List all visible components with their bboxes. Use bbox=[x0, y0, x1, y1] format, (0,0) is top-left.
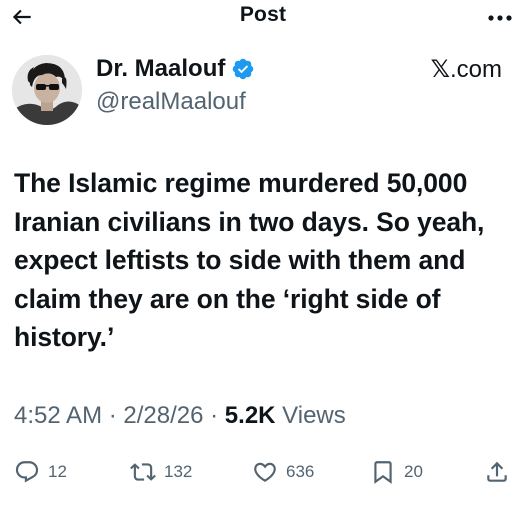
author-name[interactable]: Dr. Maalouf bbox=[96, 55, 225, 83]
repost-icon bbox=[130, 463, 156, 481]
bookmark-count: 20 bbox=[404, 462, 423, 481]
author-name-row[interactable]: Dr. Maalouf bbox=[96, 54, 255, 84]
like-button[interactable]: 636 bbox=[252, 452, 314, 492]
bookmark-button[interactable]: 20 bbox=[370, 452, 423, 492]
post-text: The Islamic regime murdered 50,000 Irani… bbox=[14, 168, 485, 352]
more-horizontal-icon bbox=[488, 15, 512, 21]
meta-separator: · bbox=[102, 402, 124, 429]
reply-count: 12 bbox=[48, 462, 67, 481]
like-count: 636 bbox=[286, 462, 315, 481]
action-bar: 12 132 636 20 bbox=[0, 452, 526, 492]
meta-separator: · bbox=[203, 402, 225, 429]
views-label: Views bbox=[275, 402, 346, 429]
reply-icon bbox=[15, 461, 39, 483]
avatar[interactable] bbox=[12, 55, 82, 125]
post-meta: 4:52 AM · 2/28/26 · 5.2K Views bbox=[14, 402, 346, 430]
heart-icon bbox=[254, 462, 276, 482]
bookmark-icon bbox=[374, 461, 392, 484]
share-icon bbox=[487, 461, 507, 482]
verified-badge-icon bbox=[231, 57, 255, 81]
x-logo-glyph: 𝕏 bbox=[430, 55, 450, 83]
watermark-text: .com bbox=[449, 56, 502, 83]
xcom-watermark: 𝕏.com bbox=[431, 55, 502, 84]
author-handle[interactable]: @realMaalouf bbox=[96, 88, 246, 116]
reply-button[interactable]: 12 bbox=[14, 452, 67, 492]
post-header: Post bbox=[0, 0, 526, 34]
views-count: 5.2K bbox=[224, 402, 276, 429]
page-title: Post bbox=[239, 3, 287, 26]
share-button[interactable] bbox=[484, 452, 510, 492]
post-time[interactable]: 4:52 AM bbox=[14, 402, 102, 429]
post-date[interactable]: 2/28/26 bbox=[123, 402, 203, 429]
repost-count: 132 bbox=[164, 462, 193, 481]
profile-photo bbox=[12, 55, 82, 125]
more-button[interactable] bbox=[486, 6, 514, 30]
repost-button[interactable]: 132 bbox=[130, 452, 192, 492]
